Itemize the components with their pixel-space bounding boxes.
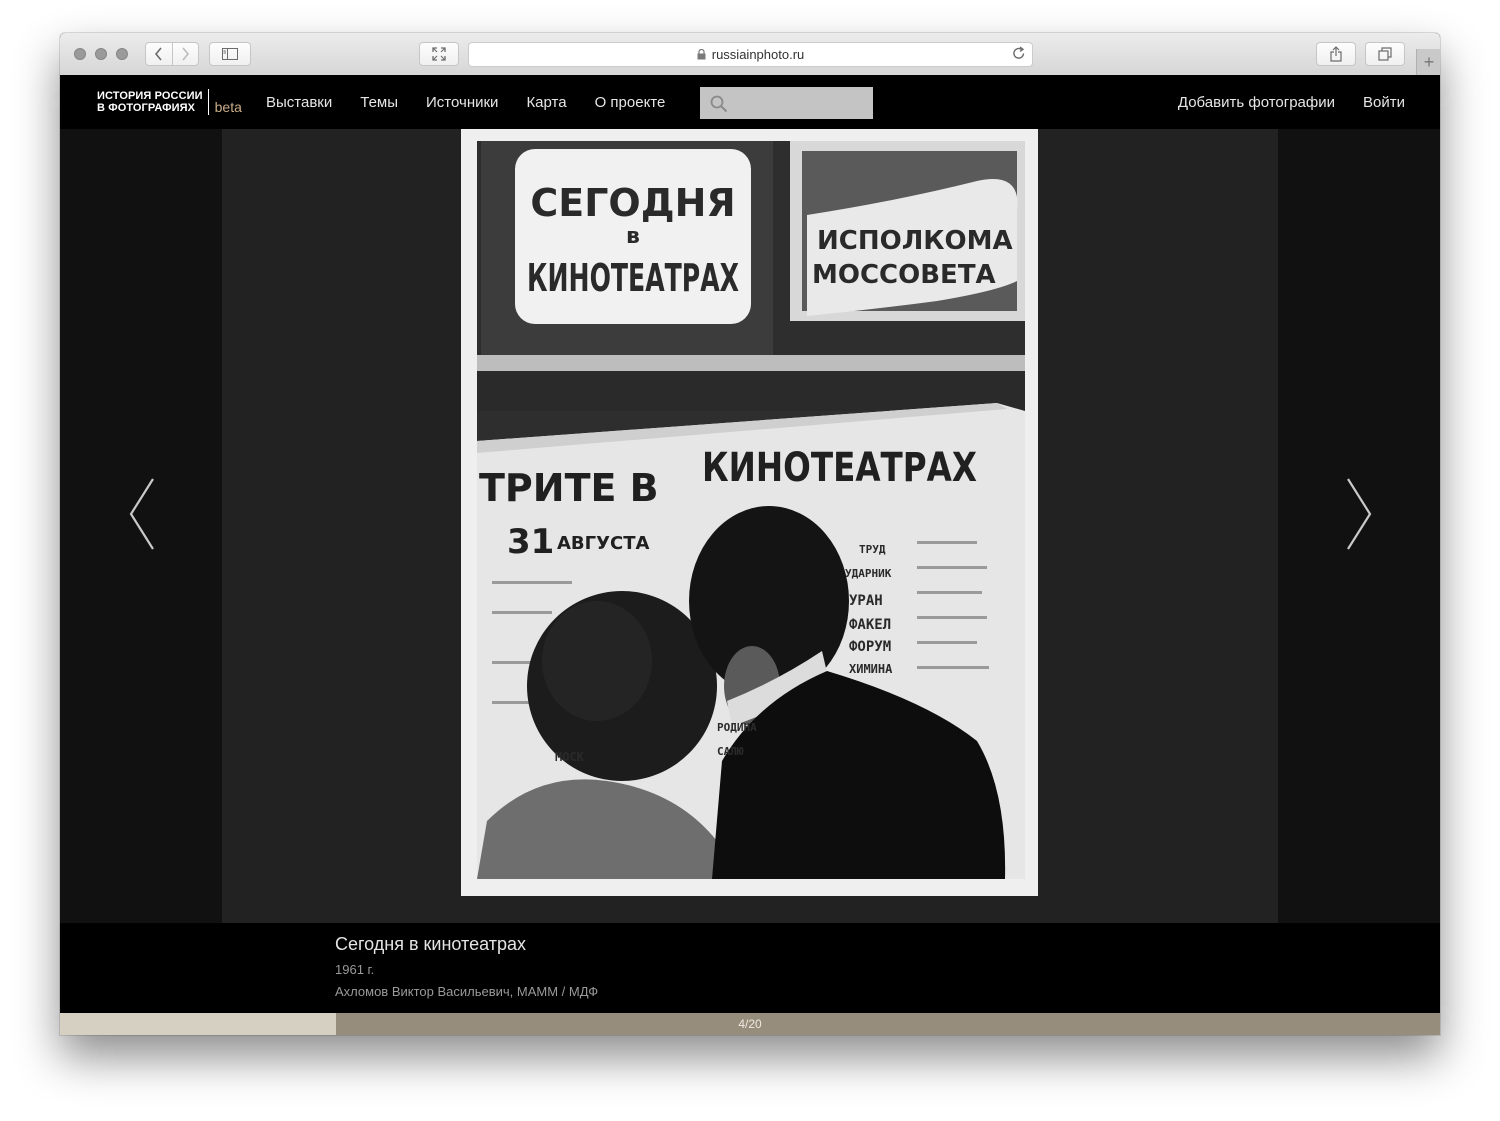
tabs-overview-button[interactable] [1365,42,1405,66]
sign-line-1: СЕГОДНЯ [530,181,735,225]
poster-cinema: УРАН [849,593,883,609]
history-nav [145,42,199,66]
poster-cinema-lower: МОСК [555,750,585,764]
login-link[interactable]: Войти [1363,94,1405,111]
poster-heading-left: ТРИТЕ В [479,466,659,510]
search-input[interactable] [700,87,873,119]
poster-cinema: ТРУД [859,543,886,556]
nav-sources[interactable]: Источники [426,94,498,111]
logo-line-2: В ФОТОГРАФИЯХ [97,102,196,114]
nav-map[interactable]: Карта [526,94,566,111]
address-bar[interactable]: russiainphoto.ru [468,42,1033,67]
zoom-window-button[interactable] [116,48,128,60]
share-icon [1330,46,1342,62]
minimize-window-button[interactable] [95,48,107,60]
photo-image: СЕГОДНЯ в КИНОТЕАТРАХ ИСПОЛКОМА МОССОВЕТ… [477,141,1025,879]
logo-line-1: ИСТОРИЯ РОССИИ [97,90,203,102]
forward-button[interactable] [171,43,199,65]
logo-text: ИСТОРИЯ РОССИИ В ФОТОГРАФИЯХ [97,90,203,114]
search-icon [710,95,728,113]
sign-line-2: в [626,224,640,249]
poster-cinema: ФОРУМ [849,639,891,655]
expand-icon [432,47,446,61]
photo-title: Сегодня в кинотеатрах [335,934,526,954]
poster-date: 31 [507,522,554,562]
poster-month: АВГУСТА [557,533,649,554]
reload-icon [1013,46,1025,59]
film-strip-line-1: ИСПОЛКОМА [817,226,1013,256]
slide-counter: 4/20 [738,1017,762,1031]
chevron-right-icon [1347,478,1372,550]
tabs-icon [1378,47,1392,61]
slideshow-progress[interactable]: 4/20 [60,1013,1440,1035]
browser-toolbar: russiainphoto.ru + [60,33,1440,76]
lock-icon [697,49,706,60]
photo-caption: Сегодня в кинотеатрах 1961 г. Ахломов Ви… [60,923,1440,1013]
main-photo[interactable]: СЕГОДНЯ в КИНОТЕАТРАХ ИСПОЛКОМА МОССОВЕТ… [477,141,1025,879]
photo-viewer: СЕГОДНЯ в КИНОТЕАТРАХ ИСПОЛКОМА МОССОВЕТ… [60,129,1440,923]
film-strip-line-2: МОССОВЕТА [812,260,996,290]
header-actions: Добавить фотографии Войти [1150,75,1405,129]
nav-exhibitions[interactable]: Выставки [266,94,332,111]
add-photos-link[interactable]: Добавить фотографии [1178,94,1335,111]
chevron-left-icon [129,478,154,550]
main-nav: Выставки Темы Источники Карта О проекте [266,75,693,129]
photo-year: 1961 г. [335,962,375,977]
share-button[interactable] [1316,42,1356,66]
sign-line-3: КИНОТЕАТРАХ [527,256,739,300]
site-logo[interactable]: ИСТОРИЯ РОССИИ В ФОТОГРАФИЯХ beta [97,89,242,115]
previous-photo-button[interactable] [128,477,156,556]
nav-about[interactable]: О проекте [595,94,666,111]
logo-divider [207,89,209,115]
chevron-right-icon [182,47,190,61]
url-text: russiainphoto.ru [711,47,805,62]
site-header: ИСТОРИЯ РОССИИ В ФОТОГРАФИЯХ beta Выстав… [60,75,1440,129]
sidebar-icon [222,48,238,60]
back-button[interactable] [146,43,172,65]
poster-cinema-lower: РОДИНА [717,721,757,734]
poster-cinema: ХИМИНА [849,662,893,676]
beta-badge: beta [214,99,242,115]
close-window-button[interactable] [74,48,86,60]
poster-cinema-lower: САЛЮ [717,745,744,758]
new-tab-button[interactable]: + [1416,49,1440,75]
chevron-left-icon [154,47,162,61]
poster-heading-right: КИНОТЕАТРАХ [702,445,977,491]
photo-frame: СЕГОДНЯ в КИНОТЕАТРАХ ИСПОЛКОМА МОССОВЕТ… [461,129,1038,896]
reload-button[interactable] [1012,45,1026,64]
nav-themes[interactable]: Темы [360,94,398,111]
poster-cinema: ФАКЕЛ [849,617,891,633]
next-photo-button[interactable] [1345,477,1373,556]
photo-credit[interactable]: Ахломов Виктор Васильевич, МАММ / МДФ [335,984,598,999]
plus-icon: + [1423,51,1435,72]
sidebar-button[interactable] [209,42,251,66]
fullscreen-button[interactable] [419,42,459,66]
browser-window: russiainphoto.ru + ИСТОРИЯ РОССИИ В ФОТО… [60,33,1440,1035]
poster-cinema: УДАРНИК [845,567,892,580]
